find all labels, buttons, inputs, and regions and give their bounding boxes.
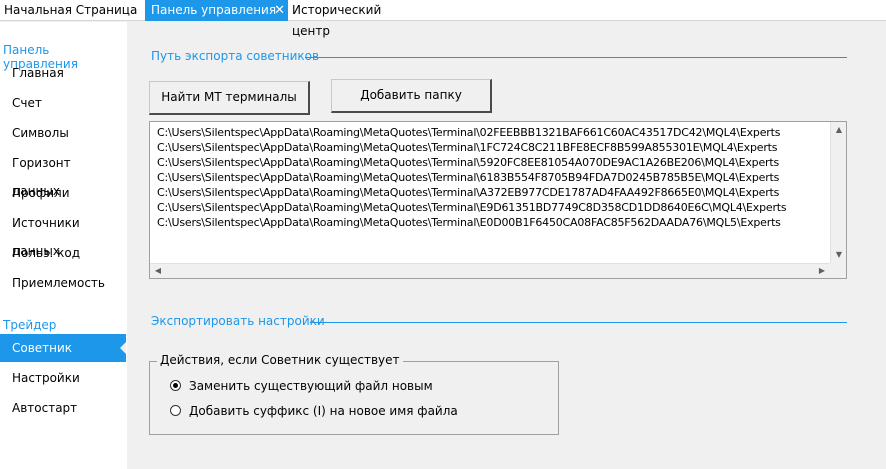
sidebar-item-autostart[interactable]: Автостарт bbox=[0, 394, 120, 422]
export-paths-list[interactable]: C:\Users\Silentspec\AppData\Roaming\Meta… bbox=[149, 121, 847, 279]
sidebar-section-trader: Трейдер bbox=[3, 318, 57, 332]
add-suffix-radio[interactable] bbox=[170, 405, 181, 416]
sidebar-item-data-sources[interactable]: Источники данных bbox=[0, 209, 120, 258]
tab-history-center[interactable]: Исторический центр bbox=[288, 0, 418, 38]
list-item[interactable]: C:\Users\Silentspec\AppData\Roaming\Meta… bbox=[157, 155, 786, 170]
sidebar-item-user-code[interactable]: Польз. код bbox=[0, 239, 120, 267]
close-icon[interactable]: ✕ bbox=[274, 0, 285, 21]
tab-label: Панель управления bbox=[151, 3, 277, 17]
replace-file-radio[interactable] bbox=[170, 380, 181, 391]
sidebar: Панель управления Главная Счет Символы Г… bbox=[0, 22, 127, 469]
scroll-left-icon[interactable]: ◀ bbox=[151, 264, 165, 278]
replace-file-label[interactable]: Заменить существующий файл новым bbox=[189, 379, 433, 393]
groupbox-legend: Действия, если Советник существует bbox=[157, 353, 403, 367]
scroll-right-icon[interactable]: ▶ bbox=[815, 264, 829, 278]
list-item[interactable]: C:\Users\Silentspec\AppData\Roaming\Meta… bbox=[157, 185, 786, 200]
add-suffix-label[interactable]: Добавить суффикс (I) на новое имя файла bbox=[189, 404, 458, 418]
advisor-exists-groupbox bbox=[149, 361, 559, 435]
sidebar-item-symbols[interactable]: Символы bbox=[0, 119, 120, 147]
export-settings-header: Экспортировать настройки bbox=[151, 314, 325, 328]
tab-label: Исторический центр bbox=[292, 3, 382, 38]
tab-start-page[interactable]: Начальная Страница bbox=[0, 0, 145, 21]
sidebar-item-main[interactable]: Главная bbox=[0, 59, 120, 87]
list-item[interactable]: C:\Users\Silentspec\AppData\Roaming\Meta… bbox=[157, 125, 786, 140]
export-settings-divider bbox=[310, 322, 847, 323]
sidebar-item-profiles[interactable]: Профили bbox=[0, 179, 120, 207]
tab-label: Начальная Страница bbox=[4, 3, 138, 17]
sidebar-item-account[interactable]: Счет bbox=[0, 89, 120, 117]
sidebar-item-settings[interactable]: Настройки bbox=[0, 364, 120, 392]
list-item[interactable]: C:\Users\Silentspec\AppData\Roaming\Meta… bbox=[157, 170, 786, 185]
list-item[interactable]: C:\Users\Silentspec\AppData\Roaming\Meta… bbox=[157, 140, 786, 155]
tab-control-panel[interactable]: Панель управления ✕ bbox=[145, 0, 288, 21]
scroll-up-icon[interactable]: ▲ bbox=[832, 123, 846, 137]
sidebar-item-data-horizon[interactable]: Горизонт данных bbox=[0, 149, 120, 198]
sidebar-item-acceptability[interactable]: Приемлемость bbox=[0, 269, 120, 297]
export-path-divider bbox=[305, 57, 847, 58]
scroll-down-icon[interactable]: ▼ bbox=[832, 248, 846, 262]
list-item[interactable]: C:\Users\Silentspec\AppData\Roaming\Meta… bbox=[157, 215, 786, 230]
tab-bar: Начальная Страница Панель управления ✕ Ис… bbox=[0, 0, 886, 38]
horizontal-scrollbar[interactable]: ◀ ▶ bbox=[150, 263, 830, 278]
sidebar-item-advisor[interactable]: Советник bbox=[0, 334, 126, 362]
add-folder-button[interactable]: Добавить папку bbox=[331, 79, 492, 113]
scrollbar-corner bbox=[830, 263, 846, 278]
list-item[interactable]: C:\Users\Silentspec\AppData\Roaming\Meta… bbox=[157, 200, 787, 215]
paths-container: C:\Users\Silentspec\AppData\Roaming\Meta… bbox=[157, 125, 787, 230]
find-mt-terminals-button[interactable]: Найти МТ терминалы bbox=[149, 81, 310, 115]
vertical-scrollbar[interactable]: ▲ ▼ bbox=[830, 122, 846, 263]
export-path-header: Путь экспорта советников bbox=[151, 49, 320, 63]
